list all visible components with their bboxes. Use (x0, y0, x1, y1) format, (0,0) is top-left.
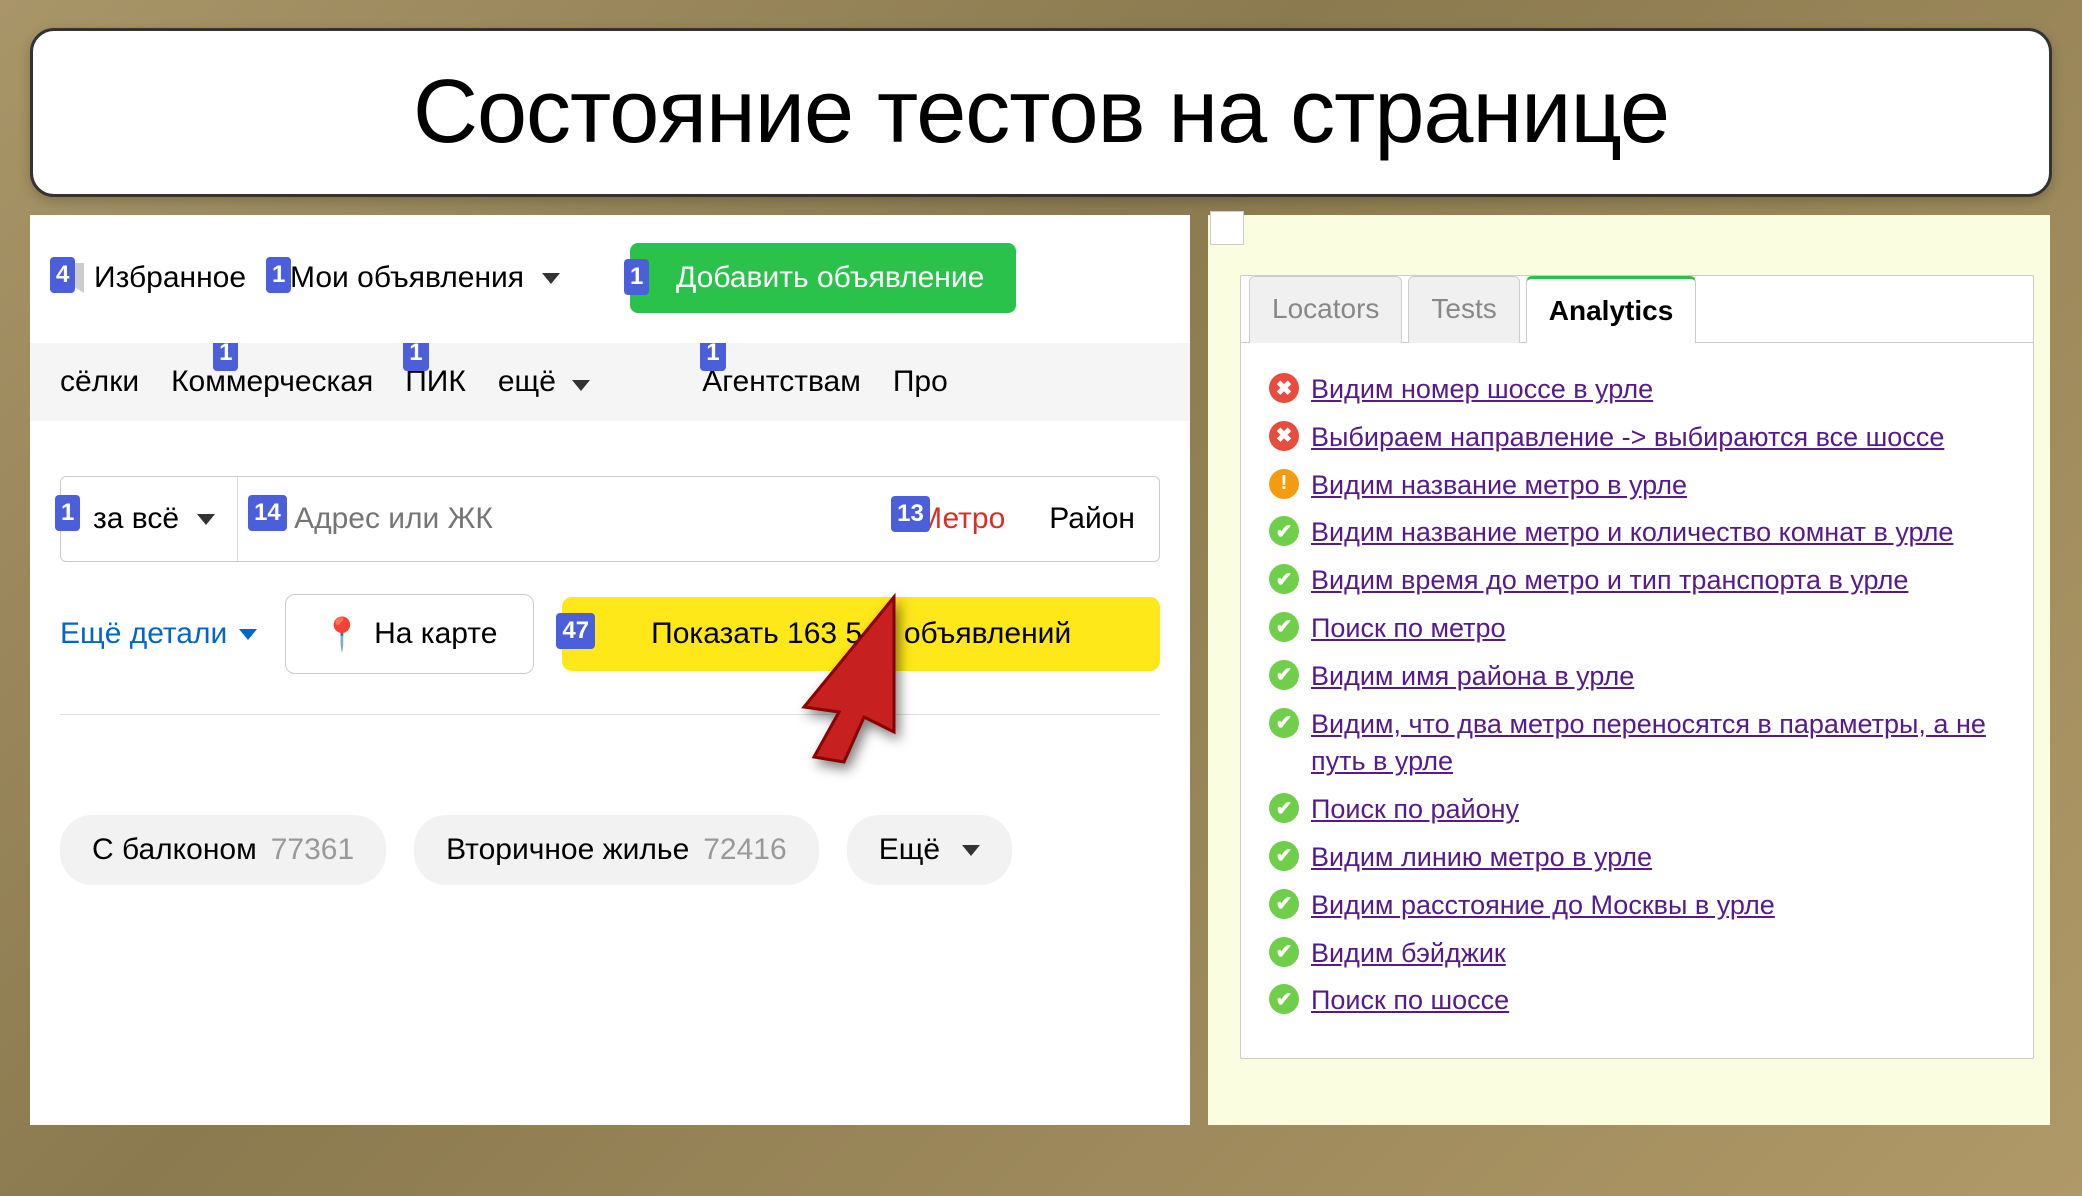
test-link[interactable]: Видим расстояние до Москвы в урле (1311, 887, 1775, 925)
cursor-arrow-icon (784, 587, 914, 767)
test-link[interactable]: Видим бэйджик (1311, 935, 1506, 973)
test-item: ✔ Видим линию метро в урле (1269, 839, 2005, 877)
test-item: ✔ Поиск по метро (1269, 610, 2005, 648)
map-button[interactable]: 📍 На карте (285, 594, 534, 674)
district-link[interactable]: Район (1025, 502, 1159, 536)
search-row: 1 за всё 14 13 Метро Район (60, 476, 1160, 562)
test-item: ✖ Выбираем направление -> выбираются все … (1269, 419, 2005, 457)
cat-villages[interactable]: сёлки (60, 365, 139, 399)
cat-agents-badge: 1 (700, 343, 725, 371)
favorites-label: Избранное (94, 261, 246, 295)
chip-more[interactable]: Ещё (847, 815, 1012, 885)
chevron-down-icon (197, 514, 215, 525)
metro-badge: 13 (891, 496, 930, 532)
fail-icon: ✖ (1269, 373, 1299, 403)
tab-analytics[interactable]: Analytics (1526, 276, 1697, 343)
chevron-down-icon (962, 845, 980, 856)
test-item: ! Видим название метро в урле (1269, 467, 2005, 505)
time-badge: 1 (55, 495, 80, 531)
analytics-panel: Locators Tests Analytics ✖ Видим номер шо… (1208, 215, 2050, 1125)
chips-row: С балконом 77361 Вторичное жилье 72416 Е… (60, 815, 1160, 885)
top-nav: 4 Избранное 1 Мои объявления 1 Добавить … (30, 215, 1190, 343)
pass-icon: ✔ (1269, 612, 1299, 642)
time-select[interactable]: 1 за всё (61, 477, 238, 561)
test-item: ✔ Видим имя района в урле (1269, 658, 2005, 696)
test-link[interactable]: Видим, что два метро переносятся в парам… (1311, 706, 2005, 782)
test-item: ✔ Видим бэйджик (1269, 935, 2005, 973)
test-item: ✔ Видим, что два метро переносятся в пара… (1269, 706, 2005, 782)
chip-balcony[interactable]: С балконом 77361 (60, 815, 386, 885)
pass-icon: ✔ (1269, 841, 1299, 871)
tabs: Locators Tests Analytics (1241, 275, 2033, 342)
test-link[interactable]: Видим имя района в урле (1311, 658, 1634, 696)
my-ads-link[interactable]: 1 Мои объявления (276, 261, 560, 295)
test-link[interactable]: Выбираем направление -> выбираются все ш… (1311, 419, 1944, 457)
pass-icon: ✔ (1269, 708, 1299, 738)
my-ads-label: Мои объявления (290, 261, 524, 295)
left-panel: 4 Избранное 1 Мои объявления 1 Добавить … (30, 215, 1190, 1125)
cat-commercial[interactable]: 1 Коммерческая (171, 365, 373, 399)
favorites-link[interactable]: 4 Избранное (60, 261, 246, 295)
test-link[interactable]: Поиск по шоссе (1311, 982, 1509, 1020)
categories-row: сёлки 1 Коммерческая 1 ПИК ещё 1 Агентст… (30, 343, 1190, 421)
warn-icon: ! (1269, 469, 1299, 499)
chevron-down-icon (542, 273, 560, 284)
favorites-badge: 4 (50, 257, 75, 293)
test-item: ✔ Поиск по шоссе (1269, 982, 2005, 1020)
pass-icon: ✔ (1269, 564, 1299, 594)
test-item: ✔ Видим название метро и количество комна… (1269, 514, 2005, 552)
tab-locators[interactable]: Locators (1249, 276, 1402, 343)
pass-icon: ✔ (1269, 889, 1299, 919)
address-input[interactable] (238, 477, 897, 561)
tab-tests[interactable]: Tests (1408, 276, 1519, 343)
test-list: ✖ Видим номер шоссе в урле ✖ Выбираем напра… (1241, 342, 2033, 1058)
panel-notch (1210, 211, 1244, 245)
actions-row: Ещё детали 📍 На карте 47 Показать 163 54… (60, 594, 1160, 674)
divider (60, 714, 1160, 715)
add-label: Добавить объявление (676, 261, 984, 294)
test-link[interactable]: Видим название метро в урле (1311, 467, 1687, 505)
page-title: Состояние тестов на странице (83, 61, 1999, 164)
metro-link[interactable]: 13 Метро (897, 502, 1025, 536)
pass-icon: ✔ (1269, 660, 1299, 690)
add-badge: 1 (624, 259, 649, 295)
chip-secondary[interactable]: Вторичное жилье 72416 (414, 815, 819, 885)
test-link[interactable]: Видим время до метро и тип транспорта в … (1311, 562, 1908, 600)
chevron-down-icon (239, 629, 257, 640)
pass-icon: ✔ (1269, 937, 1299, 967)
my-ads-badge: 1 (266, 257, 291, 293)
cat-pik[interactable]: 1 ПИК (405, 365, 466, 399)
test-item: ✔ Видим расстояние до Москвы в урле (1269, 887, 2005, 925)
content-area: 4 Избранное 1 Мои объявления 1 Добавить … (30, 215, 2052, 1125)
pass-icon: ✔ (1269, 516, 1299, 546)
cat-commercial-badge: 1 (213, 343, 238, 371)
pass-icon: ✔ (1269, 793, 1299, 823)
test-link[interactable]: Видим название метро и количество комнат… (1311, 514, 1953, 552)
fail-icon: ✖ (1269, 421, 1299, 451)
test-item: ✖ Видим номер шоссе в урле (1269, 371, 2005, 409)
cat-agents[interactable]: 1 Агентствам (702, 365, 861, 399)
cat-pik-badge: 1 (403, 343, 428, 371)
address-badge: 14 (248, 495, 287, 531)
cat-pro[interactable]: Про (893, 365, 948, 399)
chevron-down-icon (572, 380, 590, 391)
pass-icon: ✔ (1269, 984, 1299, 1014)
test-link[interactable]: Видим номер шоссе в урле (1311, 371, 1653, 409)
test-link[interactable]: Поиск по району (1311, 791, 1519, 829)
test-item: ✔ Поиск по району (1269, 791, 2005, 829)
show-badge: 47 (556, 613, 595, 649)
pin-icon: 📍 (322, 615, 362, 653)
add-listing-button[interactable]: 1 Добавить объявление (630, 243, 1016, 313)
test-link[interactable]: Поиск по метро (1311, 610, 1506, 648)
details-link[interactable]: Ещё детали (60, 617, 257, 651)
test-item: ✔ Видим время до метро и тип транспорта в… (1269, 562, 2005, 600)
test-link[interactable]: Видим линию метро в урле (1311, 839, 1652, 877)
title-card: Состояние тестов на странице (30, 28, 2052, 197)
analytics-card: Locators Tests Analytics ✖ Видим номер шо… (1240, 275, 2034, 1059)
cat-more[interactable]: ещё (498, 365, 590, 399)
